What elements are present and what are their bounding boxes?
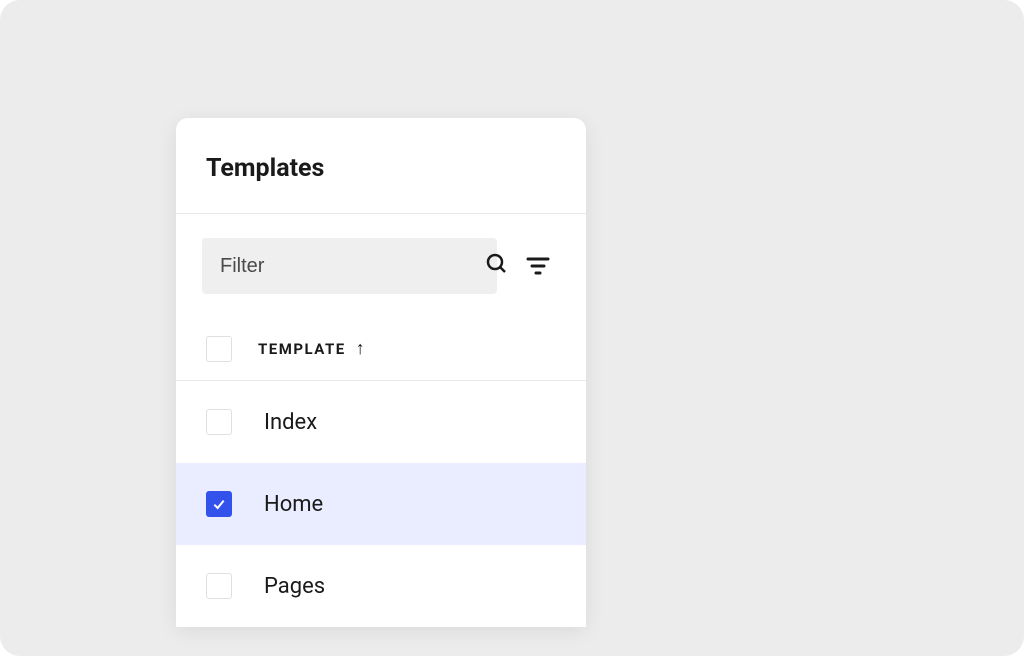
column-header-label: TEMPLATE [258, 340, 346, 358]
template-column-header[interactable]: TEMPLATE ↑ [258, 340, 366, 358]
filter-input[interactable] [220, 255, 485, 278]
row-checkbox[interactable] [206, 573, 232, 599]
table-row[interactable]: Home [176, 463, 586, 545]
filter-input-wrapper[interactable] [202, 238, 497, 294]
select-all-checkbox[interactable] [206, 336, 232, 362]
item-label: Home [264, 492, 323, 517]
app-canvas: Templates [0, 0, 1024, 656]
row-checkbox[interactable] [206, 409, 232, 435]
item-label: Pages [264, 574, 325, 599]
search-icon[interactable] [485, 252, 509, 280]
table-row[interactable]: Index [176, 381, 586, 463]
sort-ascending-icon: ↑ [356, 340, 367, 358]
table-row[interactable]: Pages [176, 545, 586, 627]
filter-section [176, 214, 586, 318]
filter-options-button[interactable] [525, 253, 551, 279]
templates-panel: Templates [176, 118, 586, 627]
column-header-row: TEMPLATE ↑ [176, 318, 586, 381]
item-label: Index [264, 410, 317, 435]
panel-header: Templates [176, 118, 586, 214]
row-checkbox[interactable] [206, 491, 232, 517]
panel-title: Templates [206, 154, 556, 183]
